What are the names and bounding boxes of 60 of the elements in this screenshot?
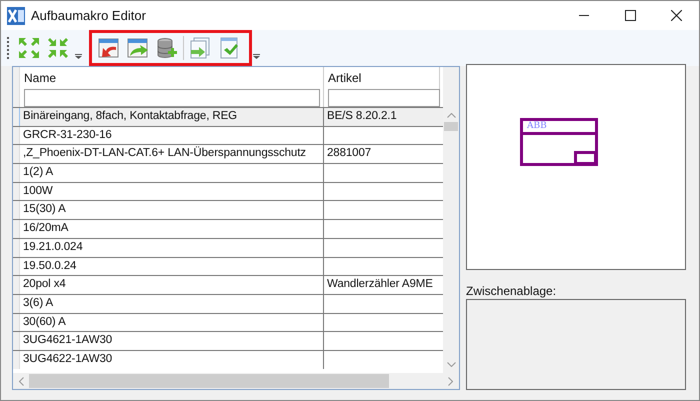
table-cell-text: Wandlerzähler A9ME [326,277,434,292]
scroll-down-icon[interactable] [446,362,456,367]
table-row[interactable]: 3UG4621-1AW30 [13,331,443,350]
macro-slot [574,151,595,163]
column-header[interactable]: Name [20,67,324,107]
table-cell: 3(6) A [20,294,324,313]
macro-label: ABB [523,121,595,135]
table-cell: 3UG4622-1AW30 [20,350,324,369]
table-row[interactable]: 30(60) A [13,312,443,332]
table-cell: 16/20mA [20,220,324,238]
scroll-right-icon[interactable] [448,376,453,386]
table-row[interactable]: 19.50.0.24 [13,256,443,276]
filter-field[interactable] [24,89,320,107]
table-cell: 3UG4621-1AW30 [20,332,324,350]
caret-icon [253,54,260,59]
database-plus-icon [156,37,178,59]
table-row[interactable]: 19.21.0.024 [13,238,443,256]
table-row[interactable]: 15(30) A [13,200,443,220]
table-row[interactable]: 3(6) A [13,294,443,313]
expand-button[interactable] [16,35,42,61]
table-row[interactable]: 3UG4622-1AW30 [13,350,443,369]
column-header-label: Artikel [328,71,362,85]
column-header-label: Name [24,71,58,85]
scrollbar-thumb[interactable] [444,122,458,131]
table-cell: 100W [20,182,324,200]
table-row[interactable]: ,Z_Phoenix-DT-LAN-CAT.6+ LAN-Überspannungsschutz 2881007 [13,144,443,164]
table-cell: 1(2) A [20,164,324,182]
table-cell: 30(60) A [20,314,324,332]
table-cell: 19.21.0.024 [20,238,324,256]
scroll-left-icon[interactable] [19,376,24,386]
table-row[interactable]: 100W [13,182,443,200]
clipboard-label: Zwischenablage: [466,284,558,299]
pages-arrow-icon [189,37,211,59]
outward-arrows-icon [18,37,40,59]
column-header[interactable]: Artikel [324,67,440,107]
table-cell: Binäreingang, 8fach, Kontaktabfrage, REG [20,108,324,126]
table-cell-text: BE/S 8.20.2.1 [326,109,398,124]
maximize-icon [624,10,636,21]
close-icon [670,10,682,21]
caret-icon [75,54,82,59]
table-row[interactable]: Binäreingang, 8fach, Kontaktabfrage, REG BE/S 8.20.2.1 [13,107,443,126]
table-cell: 19.50.0.24 [20,258,324,276]
table-row[interactable]: 1(2) A [13,163,443,182]
table-row[interactable]: 20pol x4 Wandlerzähler A9ME [13,275,443,294]
window-title: Aufbaumakro Editor [31,8,147,23]
table-cell-text: 2881007 [326,146,372,162]
scrollbar-thumb[interactable] [29,374,389,388]
table-row[interactable]: GRCR-31-230-16 [13,126,443,144]
filter-field[interactable] [328,89,440,107]
scroll-up-icon[interactable] [446,113,456,118]
app-icon [7,6,25,24]
table-cell: 20pol x4 [20,276,324,294]
table-cell: 15(30) A [20,201,324,220]
minimize-icon [579,15,589,16]
page-check-icon [218,37,240,59]
table-cell: GRCR-31-230-16 [20,126,324,144]
toolbar-grip-icon [7,36,10,60]
table-row[interactable]: 16/20mA [13,219,443,238]
table-cell: ,Z_Phoenix-DT-LAN-CAT.6+ LAN-Überspannungsschutz [20,145,324,164]
inward-arrows-icon [47,37,69,59]
